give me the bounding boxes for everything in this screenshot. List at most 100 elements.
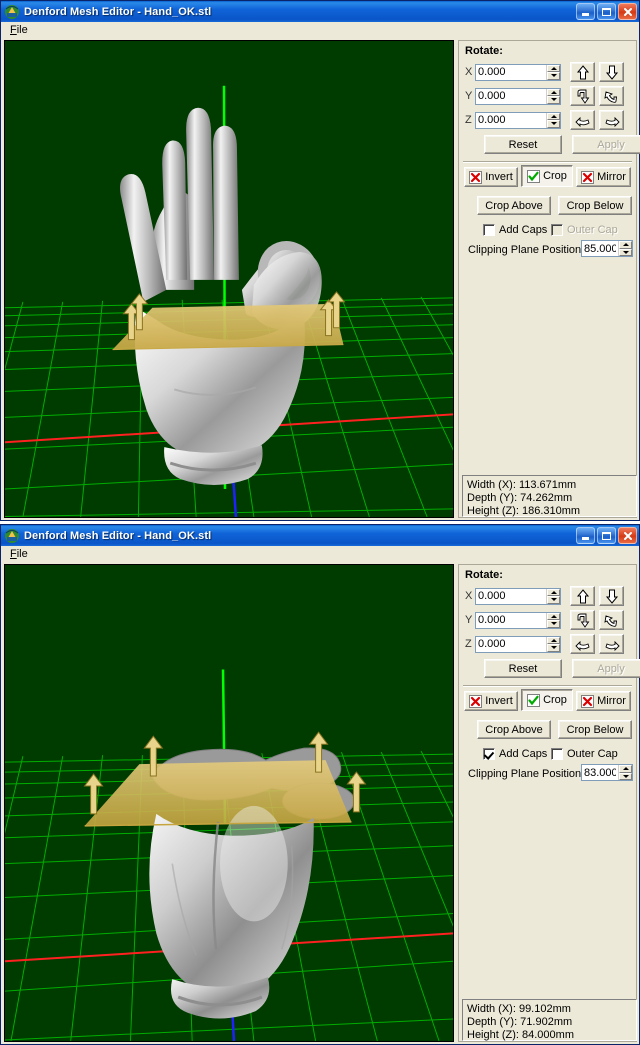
spin-up-icon[interactable]	[619, 241, 632, 249]
mirror-button[interactable]: Mirror	[576, 691, 631, 711]
rotate-y-cw-icon[interactable]	[570, 86, 595, 106]
spin-up-icon[interactable]	[547, 64, 560, 72]
spin-down-icon[interactable]	[547, 72, 560, 80]
maximize-button[interactable]	[597, 3, 616, 20]
rotate-x-down-icon[interactable]	[599, 62, 624, 82]
add-caps-checkbox[interactable]	[483, 224, 495, 236]
mirror-button[interactable]: Mirror	[576, 167, 631, 187]
rotate-x-spin-buttons[interactable]	[546, 64, 560, 80]
rotate-axis-label-z: Z	[465, 638, 472, 650]
invert-button[interactable]: Invert	[464, 691, 518, 711]
clipping-plane-spinner[interactable]	[581, 764, 633, 781]
viewport-3d-bottom[interactable]	[4, 564, 454, 1042]
rotate-y-input[interactable]	[476, 90, 546, 102]
rotate-z-spin-buttons[interactable]	[546, 636, 560, 652]
menu-file[interactable]: File	[5, 547, 33, 561]
spin-up-icon[interactable]	[619, 765, 632, 773]
rotate-x-spinner[interactable]	[475, 587, 561, 605]
menu-file[interactable]: File	[5, 23, 33, 37]
rotate-group-label: Rotate:	[465, 45, 503, 57]
viewport-3d-top[interactable]	[4, 40, 454, 518]
reset-button[interactable]: Reset	[484, 659, 562, 678]
clipping-plane-input[interactable]	[582, 242, 618, 255]
crop-label: Crop	[543, 694, 567, 706]
titlebar[interactable]: Denford Mesh Editor - Hand_OK.stl	[1, 1, 639, 22]
spin-down-icon[interactable]	[547, 120, 560, 128]
rotate-z-left-icon[interactable]	[570, 634, 595, 654]
rotate-y-spinner[interactable]	[475, 611, 561, 629]
clipping-plane-spin-buttons[interactable]	[618, 241, 632, 256]
menubar: File	[1, 22, 639, 38]
rotate-axis-label-y: Y	[465, 614, 473, 626]
rotate-z-right-icon[interactable]	[599, 110, 624, 130]
rotate-x-input[interactable]	[476, 66, 546, 78]
rotate-x-input[interactable]	[476, 590, 546, 602]
reset-button[interactable]: Reset	[484, 135, 562, 154]
rotate-row-y: Y	[465, 610, 624, 630]
rotate-y-spinner[interactable]	[475, 87, 561, 105]
apply-button[interactable]: Apply	[572, 135, 640, 154]
rotate-z-spinner[interactable]	[475, 635, 561, 653]
crop-above-button[interactable]: Crop Above	[477, 720, 551, 739]
spin-up-icon[interactable]	[547, 636, 560, 644]
rotate-y-spin-buttons[interactable]	[546, 88, 560, 104]
rotate-z-spinner[interactable]	[475, 111, 561, 129]
maximize-button[interactable]	[597, 527, 616, 544]
spin-up-icon[interactable]	[547, 612, 560, 620]
rotate-z-spin-buttons[interactable]	[546, 112, 560, 128]
rotate-x-up-icon[interactable]	[570, 586, 595, 606]
apply-button[interactable]: Apply	[572, 659, 640, 678]
rotate-x-down-icon[interactable]	[599, 586, 624, 606]
spin-up-icon[interactable]	[547, 88, 560, 96]
spin-down-icon[interactable]	[619, 248, 632, 256]
rotate-group-label: Rotate:	[465, 569, 503, 581]
spin-up-icon[interactable]	[547, 112, 560, 120]
clipping-plane-spinner[interactable]	[581, 240, 633, 257]
invert-label: Invert	[485, 695, 513, 707]
spin-down-icon[interactable]	[547, 644, 560, 652]
rotate-x-spin-buttons[interactable]	[546, 588, 560, 604]
rotate-x-up-icon[interactable]	[570, 62, 595, 82]
rotate-z-input[interactable]	[476, 114, 546, 126]
titlebar[interactable]: Denford Mesh Editor - Hand_OK.stl	[1, 525, 639, 546]
outer-cap-checkbox[interactable]	[551, 748, 563, 760]
rotate-z-input[interactable]	[476, 638, 546, 650]
outer-cap-checkbox-row: Outer Cap	[551, 224, 618, 236]
add-caps-checkbox-row[interactable]: Add Caps	[483, 224, 547, 236]
rotate-z-right-icon[interactable]	[599, 634, 624, 654]
titlebar-buttons	[576, 527, 637, 544]
crop-below-button[interactable]: Crop Below	[558, 196, 632, 215]
spin-down-icon[interactable]	[547, 96, 560, 104]
mesh-editor-window-bottom: Denford Mesh Editor - Hand_OK.stl File R…	[0, 524, 640, 1045]
close-button[interactable]	[618, 527, 637, 544]
outer-cap-checkbox-row[interactable]: Outer Cap	[551, 748, 618, 760]
rotate-y-ccw-icon[interactable]	[599, 86, 624, 106]
minimize-button[interactable]	[576, 3, 595, 20]
spin-up-icon[interactable]	[547, 588, 560, 596]
dimension-depth: Depth (Y): 71.902mm	[467, 1016, 573, 1028]
red-x-icon	[581, 170, 595, 184]
crop-button[interactable]: Crop	[521, 165, 573, 187]
crop-label: Crop	[543, 170, 567, 182]
clipping-plane-input[interactable]	[582, 766, 618, 779]
rotate-x-spinner[interactable]	[475, 63, 561, 81]
add-caps-checkbox-row[interactable]: Add Caps	[483, 748, 547, 760]
close-button[interactable]	[618, 3, 637, 20]
crop-below-button[interactable]: Crop Below	[558, 720, 632, 739]
add-caps-checkbox[interactable]	[483, 748, 495, 760]
green-check-icon	[527, 169, 541, 183]
rotate-y-spin-buttons[interactable]	[546, 612, 560, 628]
spin-down-icon[interactable]	[619, 772, 632, 780]
clipping-plane-spin-buttons[interactable]	[618, 765, 632, 780]
crop-button[interactable]: Crop	[521, 689, 573, 711]
rotate-z-left-icon[interactable]	[570, 110, 595, 130]
rotate-y-input[interactable]	[476, 614, 546, 626]
invert-button[interactable]: Invert	[464, 167, 518, 187]
menubar: File	[1, 546, 639, 562]
minimize-button[interactable]	[576, 527, 595, 544]
rotate-y-ccw-icon[interactable]	[599, 610, 624, 630]
spin-down-icon[interactable]	[547, 596, 560, 604]
rotate-y-cw-icon[interactable]	[570, 610, 595, 630]
spin-down-icon[interactable]	[547, 620, 560, 628]
crop-above-button[interactable]: Crop Above	[477, 196, 551, 215]
